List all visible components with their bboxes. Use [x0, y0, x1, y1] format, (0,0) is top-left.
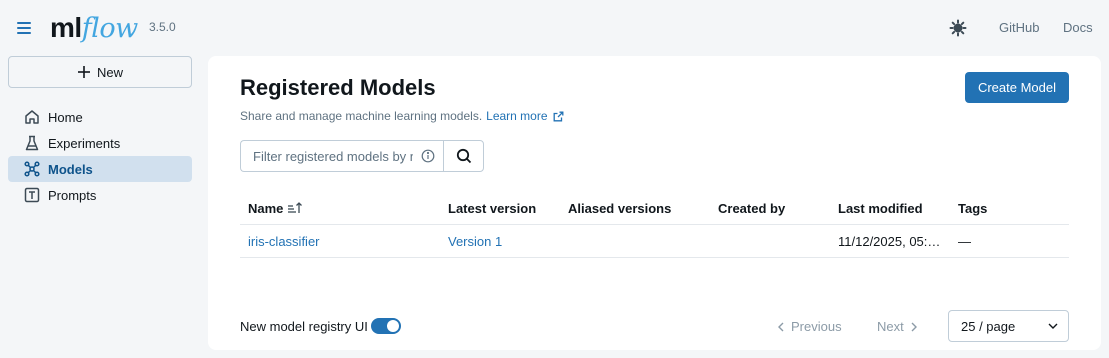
github-link[interactable]: GitHub [999, 20, 1039, 35]
external-link-icon [553, 111, 563, 121]
column-header-name[interactable]: Name [248, 192, 438, 224]
learn-more-link[interactable]: Learn more [486, 109, 563, 123]
chevron-left-icon [778, 322, 784, 331]
table-header-row: Name Latest version Aliased versions Cre… [240, 192, 1069, 225]
sidebar-item-label: Models [48, 161, 93, 177]
models-icon [24, 161, 40, 177]
new-button-label: New [96, 64, 123, 80]
sidebar-item-label: Experiments [48, 135, 121, 151]
search-input[interactable] [253, 148, 413, 164]
sidebar-item-experiments[interactable]: Experiments [8, 130, 192, 156]
latest-version-link[interactable]: Version 1 [448, 225, 558, 257]
column-header-latest-version: Latest version [448, 200, 537, 216]
sidebar-item-prompts[interactable]: Prompts [8, 182, 192, 208]
created-by-cell [718, 225, 828, 257]
model-name-link[interactable]: iris-classifier [248, 225, 438, 257]
search-button[interactable] [443, 140, 484, 172]
menu-icon[interactable] [14, 19, 34, 37]
page-size-value: 25 / page [961, 318, 1016, 334]
top-bar: mlflow 3.5.0 GitHub Docs [0, 0, 1109, 56]
chevron-down-icon [1048, 323, 1058, 329]
prompt-icon [24, 187, 40, 203]
version-label: 3.5.0 [149, 20, 176, 34]
home-icon [25, 110, 39, 124]
sidebar-nav: Home Experiments Models Prompts [8, 104, 192, 208]
create-model-button[interactable]: Create Model [965, 72, 1069, 103]
docs-link[interactable]: Docs [1063, 20, 1093, 35]
plus-icon [77, 66, 90, 78]
toggle-knob [387, 320, 399, 332]
tags-cell: — [958, 233, 971, 249]
last-modified-cell: 11/12/2025, 05:… [838, 233, 940, 249]
info-icon[interactable] [421, 149, 435, 163]
search-field-box [240, 140, 443, 172]
search-bar [240, 140, 484, 172]
main-panel: Registered Models Share and manage machi… [208, 56, 1101, 350]
chevron-right-icon [911, 322, 917, 331]
new-button[interactable]: New [8, 56, 192, 88]
column-header-last-modified: Last modified [838, 200, 923, 216]
aliased-versions-cell [568, 225, 708, 257]
page-title: Registered Models [240, 75, 436, 100]
search-icon [456, 148, 471, 164]
gear-icon[interactable] [949, 19, 967, 37]
sidebar-item-models[interactable]: Models [8, 156, 192, 182]
subtitle-text: Share and manage machine learning models… [240, 109, 483, 123]
sort-ascending-icon[interactable] [287, 201, 303, 215]
beaker-icon [25, 135, 39, 151]
column-header-tags: Tags [958, 200, 988, 216]
registry-ui-toggle-label: New model registry UI [240, 319, 368, 334]
table-row: iris-classifier Version 1 11/12/2025, 05… [240, 225, 1069, 258]
next-page-button[interactable]: Next [877, 319, 918, 334]
registry-ui-toggle[interactable] [371, 318, 401, 334]
previous-page-button[interactable]: Previous [777, 319, 842, 334]
models-table: Name Latest version Aliased versions Cre… [240, 192, 1069, 258]
page-size-select[interactable]: 25 / page [948, 310, 1069, 342]
sidebar-item-label: Home [48, 109, 83, 125]
sidebar-item-home[interactable]: Home [8, 104, 192, 130]
column-header-aliased-versions: Aliased versions [568, 200, 672, 216]
sidebar-item-label: Prompts [48, 187, 97, 203]
mlflow-logo[interactable]: mlflow [50, 10, 138, 47]
column-header-created-by: Created by [718, 200, 786, 216]
page-subtitle: Share and manage machine learning models… [240, 109, 564, 123]
